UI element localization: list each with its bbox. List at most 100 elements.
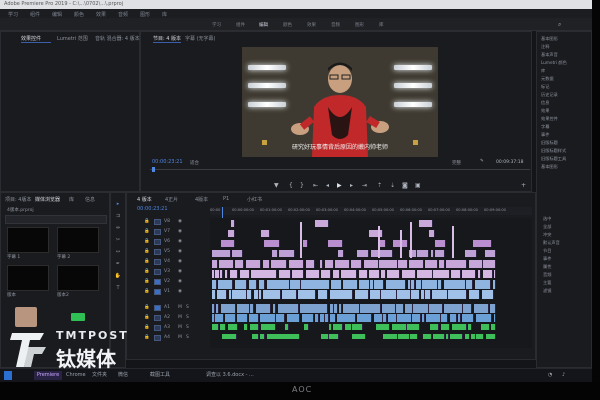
timeline-clip[interactable] [398,260,408,268]
tab-project[interactable]: 项目: 4版本 [5,196,31,203]
timeline-clip[interactable] [452,226,454,258]
track-target-button[interactable] [154,249,161,255]
timeline-clip[interactable] [249,314,259,322]
timeline-clip[interactable] [233,270,238,278]
timeline-clip[interactable] [355,290,369,299]
menu-item[interactable]: 图形 [140,11,150,18]
timeline-clip[interactable] [289,260,304,268]
mute-button[interactable]: M [178,315,182,320]
timeline-clip[interactable] [494,314,496,322]
timeline-clip[interactable] [463,304,472,313]
timeline-clip[interactable] [462,290,467,299]
add-button-icon[interactable]: + [521,182,526,189]
timeline-clip[interactable] [451,270,461,278]
tab-program[interactable]: 节目: 4 版本 [153,35,181,42]
effects-panel-item[interactable]: Lumetri 颜色 [541,60,567,66]
timeline-clip[interactable] [279,270,291,278]
timeline-clip[interactable] [440,270,450,278]
timeline-clip[interactable] [290,334,300,339]
timeline-clip[interactable] [343,280,358,289]
timeline-clip[interactable] [381,270,386,278]
timeline-clip[interactable] [411,280,415,289]
timeline-clip[interactable] [465,334,470,339]
timeline-tracks[interactable] [210,218,532,348]
track-lock-icon[interactable]: 🔒 [144,219,150,224]
timeline-clip[interactable] [397,290,411,299]
timeline-clip[interactable] [393,280,406,289]
tab-media-browser[interactable]: 媒体浏览器 [35,196,60,203]
timeline-clip[interactable] [261,230,270,237]
track-lock-icon[interactable]: 🔒 [144,229,150,234]
timeline-clip[interactable] [276,334,291,339]
timeline-clip[interactable] [330,314,336,322]
timeline-clip[interactable] [439,260,445,268]
timeline-clip[interactable] [246,260,261,268]
timeline-clip[interactable] [212,250,228,257]
razor-tool-icon[interactable]: ✂ [114,237,122,243]
track-lock-icon[interactable]: 🔒 [144,269,150,274]
program-scrubber[interactable] [150,169,530,170]
timeline-clip[interactable] [483,270,493,278]
timeline-clip[interactable] [441,314,448,322]
timeline-clip[interactable] [290,280,301,289]
timeline-clip[interactable] [430,324,439,330]
timeline-clip[interactable] [352,334,366,339]
timeline-clip[interactable] [359,280,370,289]
timeline-clip[interactable] [267,280,282,289]
lift-icon[interactable]: ⇡ [377,182,382,189]
timeline-clip[interactable] [212,290,216,299]
timeline-clip[interactable] [247,290,252,299]
timeline-clip[interactable] [410,334,418,339]
timeline-clip[interactable] [303,240,308,247]
workspace-tab[interactable]: 效果 [307,22,316,28]
timeline-clip[interactable] [339,304,342,313]
timeline-clip[interactable] [359,270,368,278]
timeline-clip[interactable] [381,290,397,299]
effects-panel-subitem[interactable]: 默认声音 [543,240,560,246]
go-to-in-icon[interactable]: ⇤ [313,182,318,189]
effects-panel-subitem[interactable]: 全部 [543,224,551,230]
timeline-clip[interactable] [235,280,247,289]
timeline-clip[interactable] [244,324,248,330]
menu-item[interactable]: 音频 [118,11,128,18]
timeline-clip[interactable] [444,280,459,289]
timeline-clip[interactable] [409,260,424,268]
timeline-clip[interactable] [469,290,480,299]
timeline-clip[interactable] [382,304,396,313]
effects-panel-subitem[interactable]: 事件 [543,256,551,262]
effects-panel-item[interactable]: 效果 [541,108,549,114]
timeline-clip[interactable] [469,260,483,268]
effects-panel-item[interactable]: 历史记录 [541,92,558,98]
track-target-button[interactable] [154,305,161,311]
timeline-clip[interactable] [419,220,433,227]
timeline-clip[interactable] [425,260,438,268]
timeline-clip[interactable] [483,260,496,268]
project-thumbnail-photo[interactable] [15,307,37,327]
in-point-icon[interactable]: { [289,182,293,189]
effects-panel-item[interactable]: 旧版标题工具 [541,156,566,162]
timeline-clip[interactable] [486,334,496,339]
type-tool-icon[interactable]: T [114,285,122,291]
taskbar-document[interactable]: 调查以 3.6.docx - ... [206,371,254,380]
timeline-clip[interactable] [383,334,398,339]
timeline-clip[interactable] [221,304,236,313]
timeline-clip[interactable] [352,324,363,330]
tab-effect-controls[interactable]: 效果控件 [21,35,41,42]
quality-dropdown[interactable]: 完整 [452,160,461,166]
track-target-button[interactable] [154,289,161,295]
project-search-input[interactable] [5,215,107,224]
effects-panel-item[interactable]: 标记 [541,84,549,90]
timeline-clip[interactable] [329,334,339,339]
timeline-clip[interactable] [264,240,280,247]
timeline-clip[interactable] [220,324,226,330]
timeline-clip[interactable] [232,250,243,257]
timeline-clip[interactable] [476,334,484,339]
timeline-clip[interactable] [225,270,228,278]
timeline-clip[interactable] [478,270,481,278]
hand-tool-icon[interactable]: ✋ [114,273,122,279]
track-target-button[interactable] [154,229,161,235]
timeline-clip[interactable] [426,314,441,322]
workspace-tab[interactable]: 颜色 [283,22,292,28]
timeline-tab[interactable]: 4 版本 [137,196,152,203]
timeline-clip[interactable] [279,250,295,257]
